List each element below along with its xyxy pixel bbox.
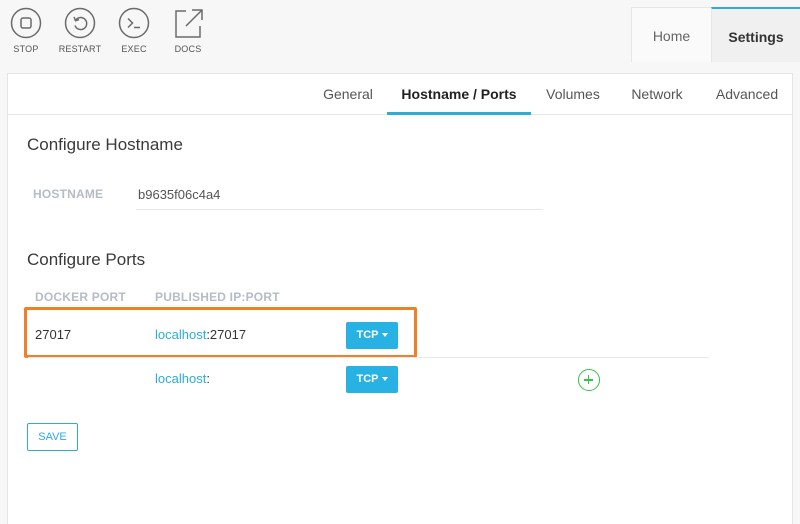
tab-advanced[interactable]: Advanced bbox=[708, 74, 786, 115]
stop-icon bbox=[10, 7, 42, 39]
save-button[interactable]: SAVE bbox=[27, 423, 78, 451]
new-protocol-dropdown[interactable]: TCP bbox=[346, 366, 398, 393]
docs-icon bbox=[175, 9, 203, 38]
configure-hostname-heading: Configure Hostname bbox=[27, 135, 183, 154]
tab-home[interactable]: Home bbox=[631, 7, 711, 62]
tab-network[interactable]: Network bbox=[622, 74, 692, 115]
tab-general[interactable]: General bbox=[313, 74, 383, 115]
container-toolbar: STOP RESTART EXEC DOCS Home Settings bbox=[0, 0, 800, 62]
highlight-annotation bbox=[24, 307, 417, 358]
restart-icon bbox=[64, 7, 96, 39]
published-port-column-header: PUBLISHED IP:PORT bbox=[155, 290, 280, 304]
new-published-host-link[interactable]: localhost bbox=[155, 371, 206, 386]
hostname-label: HOSTNAME bbox=[33, 187, 104, 201]
new-published-port-field[interactable]: localhost: bbox=[155, 371, 210, 386]
tab-hostname-ports[interactable]: Hostname / Ports bbox=[387, 74, 531, 115]
row-divider bbox=[28, 357, 709, 358]
caret-down-icon bbox=[381, 377, 388, 382]
new-published-port-input[interactable]: : bbox=[206, 371, 210, 386]
tab-volumes[interactable]: Volumes bbox=[538, 74, 608, 115]
top-tabs: Home Settings bbox=[631, 7, 800, 62]
hostname-field[interactable]: b9635f06c4a4 bbox=[136, 182, 543, 210]
docs-label: DOCS bbox=[174, 44, 202, 54]
settings-subtabs: General Hostname / Ports Volumes Network… bbox=[8, 74, 792, 115]
new-protocol-label: TCP bbox=[356, 373, 379, 385]
configure-ports-heading: Configure Ports bbox=[27, 250, 146, 269]
settings-panel: General Hostname / Ports Volumes Network… bbox=[7, 73, 793, 524]
docs-button[interactable]: DOCS bbox=[162, 0, 214, 62]
add-port-button[interactable] bbox=[578, 369, 600, 391]
docker-port-column-header: DOCKER PORT bbox=[35, 290, 126, 304]
exec-icon bbox=[118, 7, 150, 39]
tab-settings[interactable]: Settings bbox=[711, 7, 800, 62]
